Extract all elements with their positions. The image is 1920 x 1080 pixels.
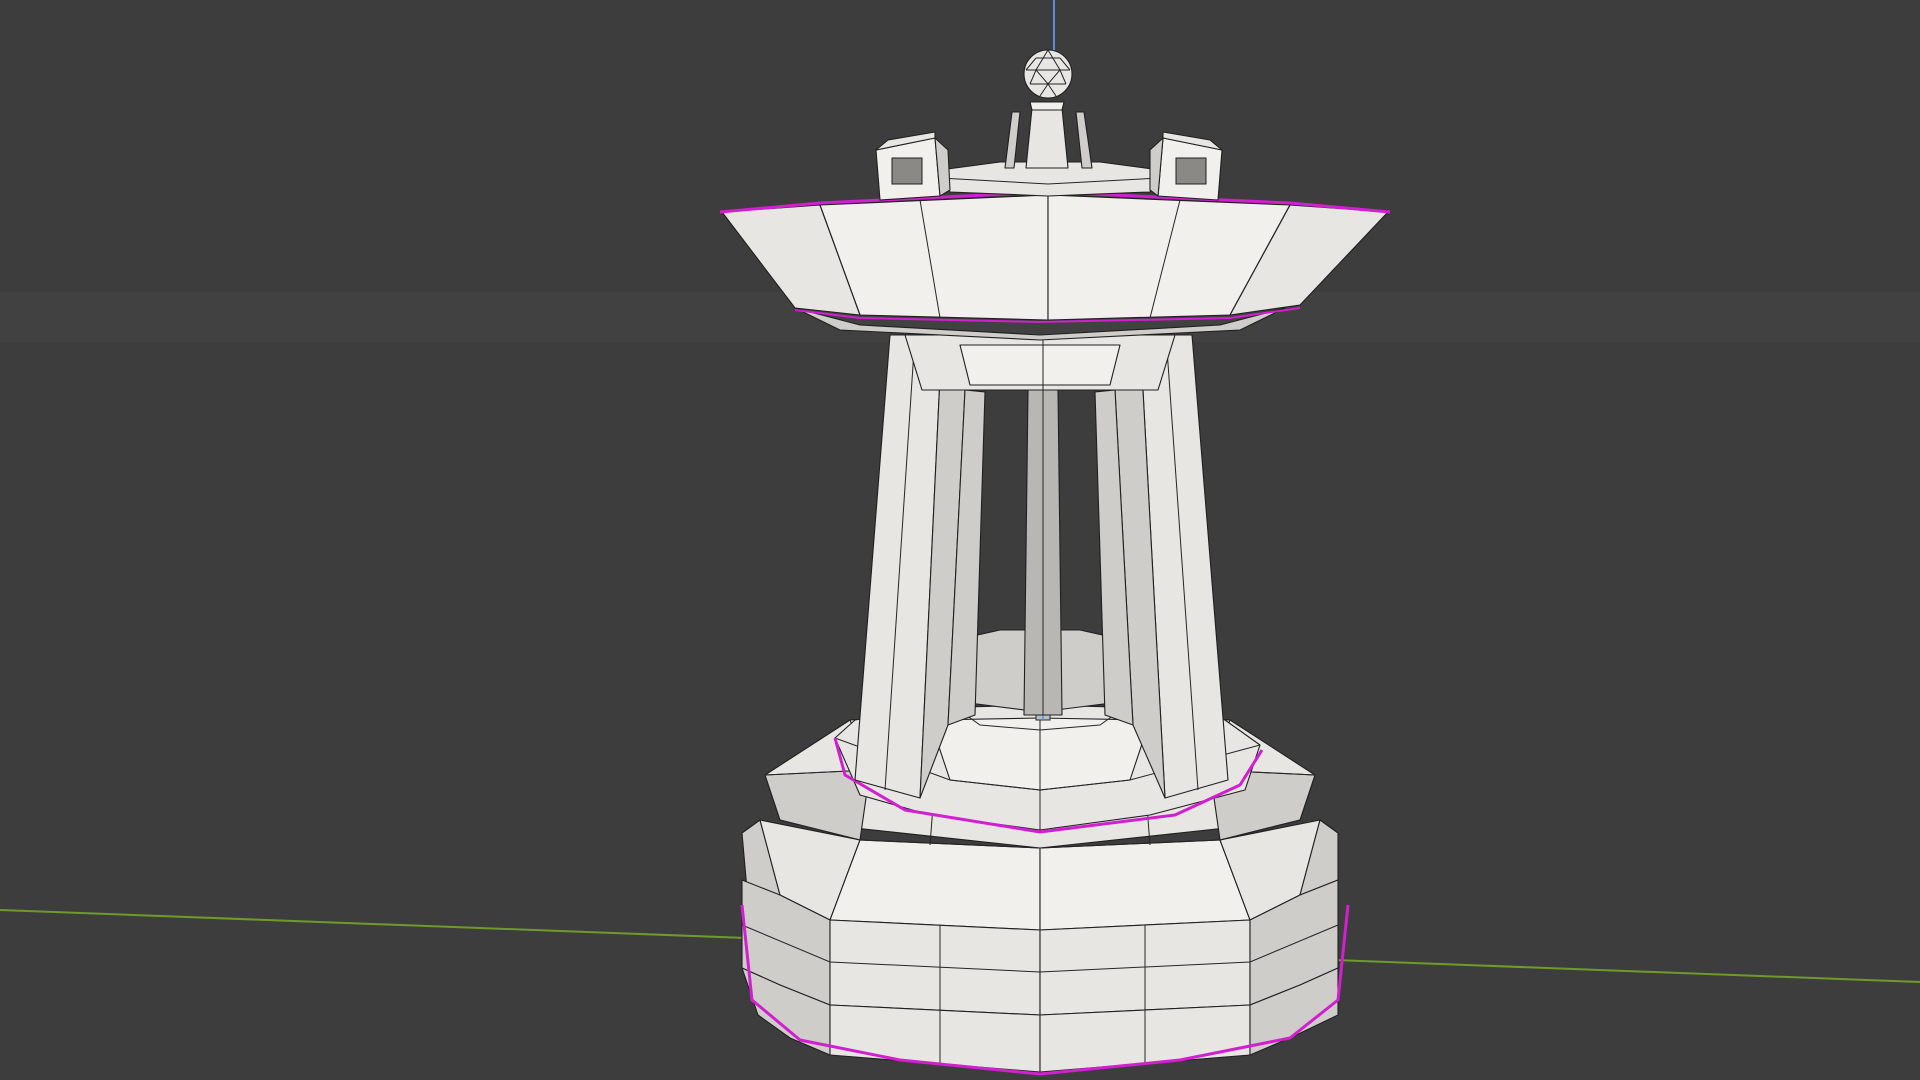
tower-mesh[interactable] (719, 49, 1391, 1076)
antenna-strut (1004, 111, 1021, 169)
antenna-body (1025, 107, 1069, 169)
left-box-fixture (875, 131, 951, 201)
base-bottom-face (829, 839, 1041, 931)
base-tier-bottom[interactable] (740, 819, 1350, 1076)
antenna-cap (1029, 101, 1065, 111)
box-opening (891, 157, 923, 185)
right-box-fixture (1149, 131, 1223, 201)
base-bottom-face (1039, 839, 1251, 931)
antenna (1004, 49, 1093, 169)
3d-viewport[interactable] (0, 0, 1920, 1080)
antenna-strut (1075, 111, 1093, 169)
base-bottom-skirt (829, 1004, 1041, 1073)
upper-ring-beam-face (959, 344, 1121, 386)
box-opening (1175, 157, 1207, 185)
viewport-canvas[interactable] (0, 0, 1920, 1080)
antenna-sphere (1023, 49, 1073, 99)
